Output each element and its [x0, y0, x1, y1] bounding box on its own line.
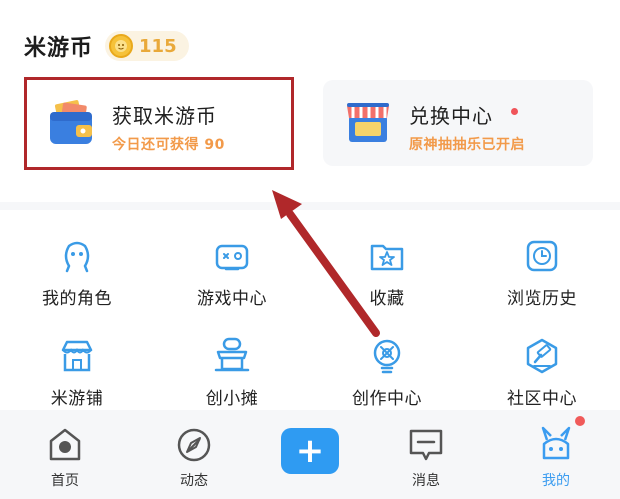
grid-item-history[interactable]: 浏览历史 — [482, 236, 602, 316]
exchange-center-title: 兑换中心 — [409, 104, 493, 128]
tab-home[interactable]: 首页 — [25, 424, 105, 494]
gavel-icon — [526, 338, 558, 374]
character-icon — [64, 241, 90, 273]
compass-icon — [177, 428, 211, 462]
grid-label: 我的角色 — [42, 289, 112, 309]
star-folder-icon — [370, 244, 404, 271]
exchange-center-subtitle: 原神抽抽乐已开启 — [409, 137, 525, 153]
coin-title: 米游币 — [24, 36, 94, 61]
grid-item-favorites[interactable]: 收藏 — [327, 236, 447, 316]
gamepad-icon — [215, 244, 249, 271]
grid-label: 米游铺 — [50, 389, 104, 409]
tab-messages[interactable]: 消息 — [386, 424, 466, 494]
coin-balance[interactable]: 115 — [105, 31, 189, 61]
earn-coins-title: 获取米游币 — [112, 104, 217, 128]
message-icon — [409, 429, 443, 461]
profile-bunny-icon — [541, 426, 571, 460]
plus-icon: + — [295, 431, 325, 471]
grid-label: 创小摊 — [205, 389, 259, 409]
grid-label: 浏览历史 — [507, 289, 577, 309]
grid-label: 收藏 — [369, 289, 405, 309]
shop-icon — [61, 340, 93, 372]
home-icon — [49, 428, 81, 461]
exchange-center-tile[interactable]: 兑换中心 原神抽抽乐已开启 — [323, 80, 593, 166]
earn-coins-subtitle: 今日还可获得 90 — [112, 137, 225, 153]
coin-icon — [109, 34, 134, 58]
tab-label: 我的 — [542, 473, 570, 489]
grid-item-stall[interactable]: 创小摊 — [172, 336, 292, 416]
grid-label: 创作中心 — [352, 389, 422, 409]
clock-icon — [526, 240, 558, 272]
wallet-icon — [46, 98, 96, 148]
grid-item-creation-center[interactable]: 创作中心 — [327, 336, 447, 416]
tab-feed[interactable]: 动态 — [154, 424, 234, 494]
grid-item-community-center[interactable]: 社区中心 — [482, 336, 602, 416]
coin-count: 115 — [139, 35, 177, 57]
coin-header: 米游币 115 — [24, 30, 189, 62]
tab-label: 消息 — [412, 473, 440, 489]
grid-label: 游戏中心 — [197, 289, 267, 309]
grid-item-shop[interactable]: 米游铺 — [17, 336, 137, 416]
create-post-button[interactable]: + — [281, 428, 339, 474]
stall-icon — [214, 337, 250, 372]
storefront-icon — [343, 98, 393, 148]
grid-item-game-center[interactable]: 游戏中心 — [172, 236, 292, 316]
profile-notification-dot — [575, 416, 585, 426]
grid-item-my-characters[interactable]: 我的角色 — [17, 236, 137, 316]
notification-dot — [511, 108, 518, 115]
grid-label: 社区中心 — [507, 389, 577, 409]
earn-coins-tile[interactable]: 获取米游币 今日还可获得 90 — [26, 80, 292, 166]
tab-profile[interactable]: 我的 — [516, 424, 596, 494]
tab-label: 动态 — [180, 473, 208, 489]
tab-label: 首页 — [51, 473, 79, 489]
creation-bulb-icon — [373, 339, 401, 374]
